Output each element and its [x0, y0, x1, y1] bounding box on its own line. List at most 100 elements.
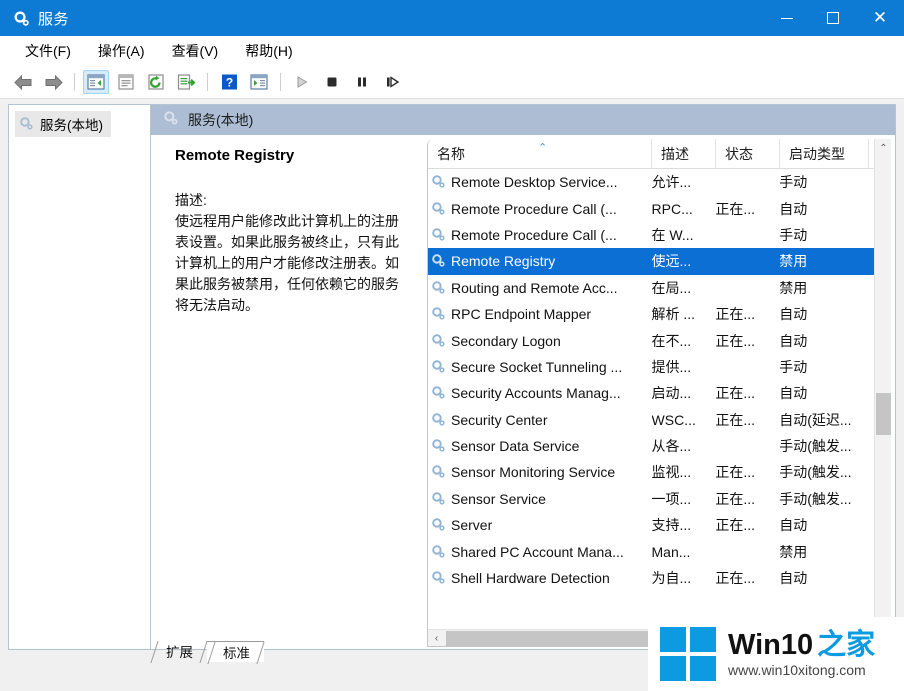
tab-extended-label: 扩展 — [166, 645, 193, 660]
properties-icon[interactable] — [113, 70, 139, 94]
service-name-cell: Secondary Logon — [428, 333, 652, 349]
help-icon[interactable]: ? — [216, 70, 242, 94]
table-row[interactable]: Remote Procedure Call (... RPC... 正在... 自动 — [428, 195, 891, 221]
column-header-name[interactable]: 名称 ⌃ — [428, 139, 652, 169]
gear-icon — [431, 412, 447, 428]
watermark-url: www.win10xitong.com — [728, 662, 866, 679]
toolbar-separator — [207, 73, 208, 91]
tab-standard[interactable]: 标准 — [207, 641, 265, 664]
table-row[interactable]: RPC Endpoint Mapper 解析 ... 正在... 自动 — [428, 301, 891, 327]
app-gear-icon — [12, 9, 30, 27]
gear-icon — [431, 333, 447, 349]
table-row[interactable]: Remote Procedure Call (... 在 W... 手动 — [428, 222, 891, 248]
service-status-cell: 正在... — [715, 200, 756, 217]
pause-icon[interactable] — [349, 70, 375, 94]
arrow-right-icon[interactable] — [40, 70, 66, 94]
gear-icon — [19, 116, 35, 132]
service-description-cell: Man... — [651, 543, 691, 560]
service-name-label: RPC Endpoint Mapper — [451, 306, 592, 323]
service-status-cell: 正在... — [715, 385, 756, 402]
close-button[interactable]: ✕ — [856, 0, 904, 36]
table-row[interactable]: Remote Registry 使远... 禁用 — [428, 248, 891, 275]
menu-action[interactable]: 操作(A) — [87, 37, 156, 65]
gear-icon — [431, 491, 447, 507]
console-tree-icon[interactable] — [83, 70, 109, 94]
tab-standard-label: 标准 — [223, 645, 250, 661]
column-header-startup-type[interactable]: 启动类型 — [780, 139, 869, 169]
export-list-icon[interactable] — [173, 70, 199, 94]
action-pane-icon[interactable] — [246, 70, 272, 94]
menu-help[interactable]: 帮助(H) — [234, 37, 303, 65]
watermark-brand: Win10 之家 — [728, 630, 875, 660]
table-row[interactable]: Secondary Logon 在不... 正在... 自动 — [428, 327, 891, 353]
gear-icon — [431, 201, 447, 217]
table-row[interactable]: Security Accounts Manag... 启动... 正在... 自动 — [428, 380, 891, 406]
service-description-cell: 一项... — [651, 490, 692, 507]
play-icon[interactable] — [289, 70, 315, 94]
tree-item-services-local[interactable]: 服务(本地) — [15, 111, 111, 137]
gear-icon — [431, 359, 447, 375]
stop-icon[interactable] — [319, 70, 345, 94]
gear-icon — [431, 438, 447, 454]
window-controls: ✕ — [764, 0, 904, 36]
table-row[interactable]: Server 支持... 正在... 自动 — [428, 512, 891, 538]
column-header-name-label: 名称 — [437, 145, 465, 162]
tab-extended[interactable]: 扩展 — [150, 641, 208, 663]
menu-view[interactable]: 查看(V) — [161, 37, 230, 65]
table-row[interactable]: Sensor Service 一项... 正在... 手动(触发... — [428, 486, 891, 512]
table-row[interactable]: Secure Socket Tunneling ... 提供... 手动 — [428, 354, 891, 380]
toolbar: ? — [0, 66, 904, 99]
service-status-cell: 正在... — [715, 306, 756, 323]
content-header: 服务(本地) — [151, 105, 895, 135]
service-name-label: Remote Procedure Call (... — [451, 226, 617, 243]
restart-icon[interactable] — [379, 70, 405, 94]
service-name-label: Sensor Monitoring Service — [451, 464, 616, 481]
service-description-cell: 在 W... — [651, 226, 694, 243]
service-name-label: Server — [451, 517, 493, 534]
service-name-cell: Remote Desktop Service... — [428, 174, 652, 190]
table-row[interactable]: Shared PC Account Mana... Man... 禁用 — [428, 538, 891, 564]
gear-icon — [431, 174, 447, 190]
list-vertical-scrollbar[interactable]: ⌃ ⌄ — [874, 139, 891, 646]
scroll-up-icon[interactable]: ⌃ — [875, 139, 891, 157]
vertical-scroll-thumb[interactable] — [876, 393, 891, 435]
content-header-label: 服务(本地) — [188, 112, 254, 128]
service-name-label: Shared PC Account Mana... — [451, 543, 624, 560]
description-label: 描述: — [175, 192, 207, 208]
table-row[interactable]: Sensor Monitoring Service 监视... 正在... 手动(触发… — [428, 459, 891, 485]
table-row[interactable]: Shell Hardware Detection 为自... 正在... 自动 — [428, 565, 891, 591]
service-status-cell: 正在... — [715, 570, 756, 587]
service-description-cell: RPC... — [651, 200, 693, 217]
gear-icon — [431, 227, 447, 243]
watermark-text: Win10 之家 www.win10xitong.com — [728, 630, 875, 679]
toolbar-separator — [74, 73, 75, 91]
service-status-cell: 正在... — [715, 411, 756, 428]
column-header-description[interactable]: 描述 — [652, 139, 716, 169]
service-name-cell: Secure Socket Tunneling ... — [428, 359, 652, 375]
minimize-button[interactable] — [764, 0, 810, 36]
service-name-label: Shell Hardware Detection — [451, 570, 610, 587]
gear-icon — [431, 464, 447, 480]
table-row[interactable]: Security Center WSC... 正在... 自动(延迟... — [428, 407, 891, 433]
gear-icon — [431, 306, 447, 322]
scroll-left-icon[interactable]: ‹ — [428, 630, 445, 647]
refresh-icon[interactable] — [143, 70, 169, 94]
service-name-cell: Routing and Remote Acc... — [428, 280, 652, 296]
service-description-cell: 为自... — [651, 570, 692, 587]
sort-ascending-icon: ⌃ — [538, 141, 548, 154]
tree-item-label: 服务(本地) — [40, 118, 103, 133]
service-name-cell: Remote Registry — [428, 253, 652, 269]
table-row[interactable]: Routing and Remote Acc... 在局... 禁用 — [428, 275, 891, 301]
service-description-panel: Remote Registry 描述: 使远程用户能修改此计算机上的注册表设置。… — [175, 147, 410, 316]
column-header-status[interactable]: 状态 — [716, 139, 780, 169]
svg-text:?: ? — [225, 76, 232, 90]
arrow-left-icon[interactable] — [10, 70, 36, 94]
table-row[interactable]: Remote Desktop Service... 允许... 手动 — [428, 169, 891, 195]
console-tree-pane: 服务(本地) — [9, 105, 151, 649]
table-row[interactable]: Sensor Data Service 从各... 手动(触发... — [428, 433, 891, 459]
service-description-cell: 监视... — [651, 464, 692, 481]
menu-file[interactable]: 文件(F) — [14, 37, 82, 65]
service-name-label: Remote Registry — [451, 253, 556, 270]
service-name-cell: Sensor Service — [428, 491, 652, 507]
maximize-button[interactable] — [810, 0, 856, 36]
